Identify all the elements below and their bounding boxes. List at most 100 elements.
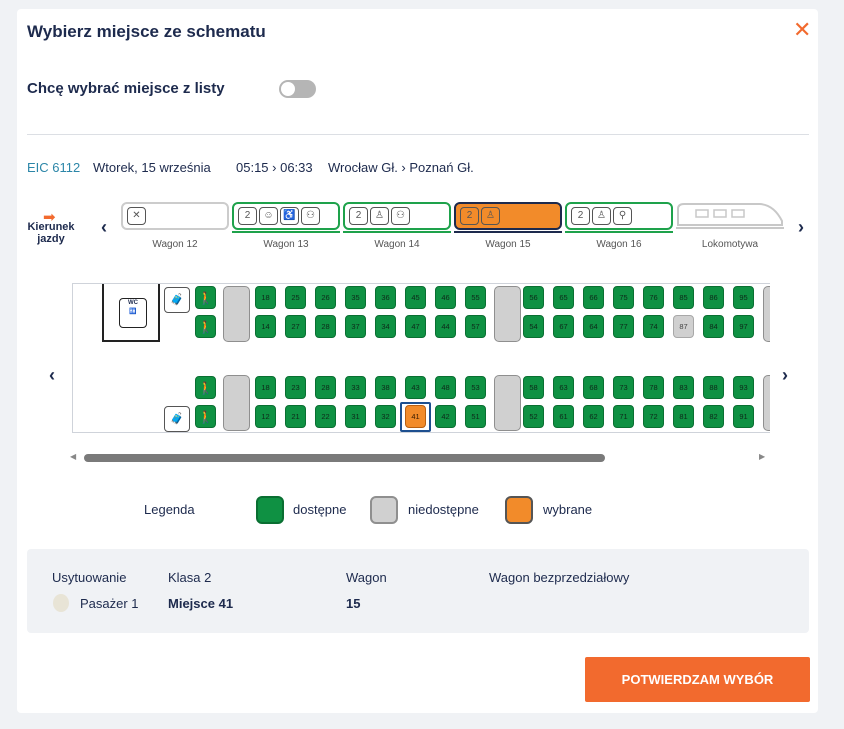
seat-27[interactable]: 27 (285, 315, 306, 338)
seat-87[interactable]: 87 (673, 315, 694, 338)
seat-45[interactable]: 45 (405, 286, 426, 309)
seat-95[interactable]: 95 (733, 286, 754, 309)
table (494, 286, 521, 342)
seat-71[interactable]: 71 (613, 405, 634, 428)
table (763, 286, 770, 342)
wagon-16[interactable]: 2 ♙ ⚲ (565, 202, 673, 230)
seat-53[interactable]: 53 (465, 376, 486, 399)
seat-84[interactable]: 84 (703, 315, 724, 338)
seat-43[interactable]: 43 (405, 376, 426, 399)
seat-12[interactable]: 12 (255, 405, 276, 428)
seat-32[interactable]: 32 (375, 405, 396, 428)
table (494, 375, 521, 431)
wagon-13[interactable]: 2 ☺ ♿ ⚇ (232, 202, 340, 230)
seat-91[interactable]: 91 (733, 405, 754, 428)
seat-67[interactable]: 67 (553, 315, 574, 338)
seat-35[interactable]: 35 (345, 286, 366, 309)
seat-34[interactable]: 34 (375, 315, 396, 338)
person-icon: ♙ (370, 207, 389, 225)
seat-78[interactable]: 78 (643, 376, 664, 399)
seat-22[interactable]: 22 (315, 405, 336, 428)
list-toggle-label: Chcę wybrać miejsce z listy (27, 80, 225, 97)
seat-28[interactable]: 28 (315, 376, 336, 399)
list-toggle[interactable] (279, 80, 316, 98)
seat-62[interactable]: 62 (583, 405, 604, 428)
seat-61[interactable]: 61 (553, 405, 574, 428)
seat-86[interactable]: 86 (703, 286, 724, 309)
seat-63[interactable]: 63 (553, 376, 574, 399)
seat-77[interactable]: 77 (613, 315, 634, 338)
summary-header-class: Klasa 2 (168, 570, 212, 585)
wagons-prev-icon[interactable]: ‹ (97, 217, 111, 238)
seat-42[interactable]: 42 (435, 405, 456, 428)
seat-81[interactable]: 81 (673, 405, 694, 428)
seat-33[interactable]: 33 (345, 376, 366, 399)
seat-26[interactable]: 26 (315, 286, 336, 309)
seat-72[interactable]: 72 (643, 405, 664, 428)
wagon-label: Wagon 15 (485, 239, 531, 250)
seat-28[interactable]: 28 (315, 315, 336, 338)
seat-18[interactable]: 18 (255, 286, 276, 309)
seat-68[interactable]: 68 (583, 376, 604, 399)
map-next-icon[interactable]: › (778, 365, 792, 386)
seat-56[interactable]: 56 (523, 286, 544, 309)
wagon-label: Lokomotywa (701, 239, 759, 250)
wagons-next-icon[interactable]: › (794, 217, 808, 238)
seat-88[interactable]: 88 (703, 376, 724, 399)
scroll-left-icon[interactable]: ◀ (70, 452, 76, 461)
seat-85[interactable]: 85 (673, 286, 694, 309)
carer-icon: ⚇ (301, 207, 320, 225)
seat-36[interactable]: 36 (375, 286, 396, 309)
seat-37[interactable]: 37 (345, 315, 366, 338)
seat-38[interactable]: 38 (375, 376, 396, 399)
summary-wagon: 15 (346, 596, 361, 611)
scroll-right-icon[interactable]: ▶ (759, 452, 765, 461)
seat-97[interactable]: 97 (733, 315, 754, 338)
horizontal-scrollbar[interactable] (84, 454, 605, 462)
luggage-icon: 🧳 (164, 406, 190, 432)
seat-31[interactable]: 31 (345, 405, 366, 428)
person-icon: ♙ (592, 207, 611, 225)
close-icon[interactable]: ✕ (793, 19, 811, 41)
seat-55[interactable]: 55 (465, 286, 486, 309)
seat-21[interactable]: 21 (285, 405, 306, 428)
seat-65[interactable]: 65 (553, 286, 574, 309)
luggage-icon: 🧳 (164, 287, 190, 313)
seat-18[interactable]: 18 (255, 376, 276, 399)
selected-seat-outline (400, 402, 431, 432)
confirm-button[interactable]: POTWIERDZAM WYBÓR (585, 657, 810, 702)
seat-51[interactable]: 51 (465, 405, 486, 428)
seat-73[interactable]: 73 (613, 376, 634, 399)
seat-44[interactable]: 44 (435, 315, 456, 338)
seat-93[interactable]: 93 (733, 376, 754, 399)
wagon-underline (565, 231, 673, 233)
seat-83[interactable]: 83 (673, 376, 694, 399)
seat-14[interactable]: 14 (255, 315, 276, 338)
seat-64[interactable]: 64 (583, 315, 604, 338)
seat-82[interactable]: 82 (703, 405, 724, 428)
selection-summary: Usytuowanie Klasa 2 Wagon Wagon bezprzed… (27, 549, 809, 633)
seat-57[interactable]: 57 (465, 315, 486, 338)
family-icon: ⚇ (391, 207, 410, 225)
seat-54[interactable]: 54 (523, 315, 544, 338)
wagon-14[interactable]: 2 ♙ ⚇ (343, 202, 451, 230)
modal-title: Wybierz miejsce ze schematu (27, 22, 266, 41)
legend-available: dostępne (293, 502, 347, 517)
wagon-12[interactable]: ✕ (121, 202, 229, 230)
seat-52[interactable]: 52 (523, 405, 544, 428)
map-prev-icon[interactable]: ‹ (45, 365, 59, 386)
seat-46[interactable]: 46 (435, 286, 456, 309)
wagon-15[interactable]: 2 ♙ (454, 202, 562, 230)
seat-74[interactable]: 74 (643, 315, 664, 338)
wagon-underline (343, 231, 451, 233)
seat-76[interactable]: 76 (643, 286, 664, 309)
seat-23[interactable]: 23 (285, 376, 306, 399)
seat-48[interactable]: 48 (435, 376, 456, 399)
seat-75[interactable]: 75 (613, 286, 634, 309)
seat-25[interactable]: 25 (285, 286, 306, 309)
seat-58[interactable]: 58 (523, 376, 544, 399)
seat-47[interactable]: 47 (405, 315, 426, 338)
person-icon: ♙ (481, 207, 500, 225)
summary-header-type: Wagon bezprzedziałowy (489, 570, 630, 585)
seat-66[interactable]: 66 (583, 286, 604, 309)
